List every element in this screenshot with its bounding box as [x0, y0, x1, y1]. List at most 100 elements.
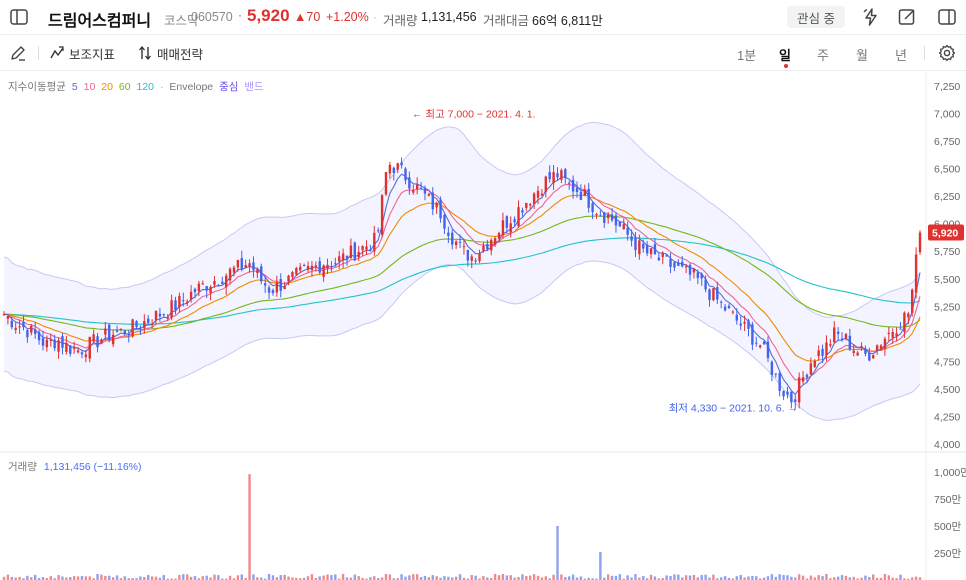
candle-body: [295, 268, 298, 275]
candle-body: [840, 338, 844, 340]
candle-body: [911, 289, 914, 313]
candle-body: [415, 184, 419, 190]
volume-bar: [755, 576, 758, 580]
volume-bar: [400, 574, 403, 580]
candle-body: [681, 261, 684, 267]
trade-amount-label: 거래대금: [483, 14, 530, 28]
watchlist-button[interactable]: 관심 중: [787, 6, 845, 28]
volume-bar: [267, 573, 271, 580]
trade-amount-value: 66억 6,811만: [532, 14, 603, 28]
price-tick-label: 4,000: [934, 439, 960, 451]
volume-bar: [72, 576, 76, 580]
candle-body: [560, 170, 563, 180]
volume-value: 1,131,456: [421, 10, 477, 24]
tab-1min[interactable]: 1분: [737, 45, 756, 64]
candle-body: [684, 266, 688, 268]
candle-body: [595, 214, 598, 216]
candle-body: [731, 311, 735, 313]
candle-body: [361, 246, 364, 251]
candle-body: [248, 263, 251, 267]
volume-bar: [688, 575, 692, 580]
price-change-percent: +1.20%: [326, 10, 369, 24]
candle-body: [224, 275, 228, 288]
edit-icon[interactable]: [895, 5, 919, 29]
envelope-label: Envelope: [169, 81, 214, 93]
volume-bar: [123, 576, 127, 580]
gear-icon[interactable]: [937, 43, 957, 63]
candle-body: [412, 190, 415, 193]
tab-week[interactable]: 주: [817, 45, 829, 64]
price-tick-label: 5,250: [934, 301, 960, 313]
candle-body: [357, 252, 360, 258]
volume-bar: [544, 576, 548, 580]
volume-bar: [252, 574, 255, 580]
volume-bar: [840, 574, 844, 580]
candle-body: [478, 253, 481, 262]
volume-bar: [684, 575, 688, 580]
price-tick-label: 4,250: [934, 411, 960, 423]
volume-bars: [2, 474, 922, 580]
candle-body: [108, 324, 111, 340]
candle-body: [809, 363, 813, 375]
candle-body: [755, 342, 758, 344]
volume-bar: [470, 575, 473, 580]
candle-body: [801, 377, 805, 382]
panel-icon[interactable]: [935, 5, 959, 29]
candle-body: [84, 354, 88, 358]
candle-body: [302, 264, 306, 266]
ma10-label: 10: [83, 81, 96, 93]
volume-bar: [61, 576, 64, 580]
volume-bar: [318, 576, 321, 580]
volume-bar: [482, 576, 485, 580]
tab-month[interactable]: 월: [856, 45, 868, 64]
candle-body: [14, 327, 17, 330]
candle-body: [2, 314, 6, 316]
volume-bar: [271, 575, 275, 580]
candle-body: [536, 190, 540, 198]
volume-bar: [341, 573, 345, 580]
volume-bar: [751, 575, 754, 580]
sidebar-icon[interactable]: [8, 6, 30, 28]
indicator-button[interactable]: 보조지표: [50, 44, 115, 62]
price-chart[interactable]: 7,2507,0006,7506,5006,2506,0005,7505,500…: [0, 72, 966, 580]
tab-year[interactable]: 년: [895, 45, 907, 64]
volume-bar: [529, 575, 532, 580]
candle-body: [513, 219, 516, 223]
candle-body: [618, 221, 622, 227]
candle-body: [727, 305, 731, 309]
candle-body: [279, 279, 282, 291]
pencil-icon[interactable]: [8, 43, 28, 63]
volume-bar: [914, 576, 918, 580]
volume-bar: [373, 576, 376, 580]
candle-body: [603, 212, 606, 223]
volume-bar: [735, 576, 738, 580]
candle-body: [104, 328, 107, 335]
candle-body: [599, 215, 602, 217]
candle-body: [221, 281, 224, 285]
candle-body: [318, 261, 321, 273]
candle-body: [404, 168, 407, 181]
volume-bar: [353, 574, 357, 580]
strategy-button[interactable]: 매매전략: [138, 44, 203, 62]
volume-bar: [412, 574, 415, 580]
candle-body: [439, 199, 442, 219]
candle-body: [735, 314, 738, 321]
candle-body: [758, 345, 762, 348]
volume-bar: [186, 574, 189, 580]
candle-body: [353, 242, 357, 261]
candle-body: [532, 193, 536, 204]
candle-body: [860, 346, 863, 348]
candle-body: [665, 255, 668, 257]
flash-icon[interactable]: [859, 5, 883, 29]
candle-body: [111, 334, 115, 345]
separator-dot: ·: [238, 8, 242, 22]
legend-separator: ·: [159, 81, 164, 93]
volume-bar: [150, 576, 154, 580]
volume-bar: [704, 574, 707, 580]
ma5-label: 5: [71, 81, 78, 93]
tab-day[interactable]: 일: [779, 45, 791, 64]
candle-body: [26, 330, 29, 338]
volume-label: 거래량: [383, 14, 418, 28]
candle-body: [720, 301, 723, 303]
envelope-band-label: 밴드: [244, 81, 264, 93]
